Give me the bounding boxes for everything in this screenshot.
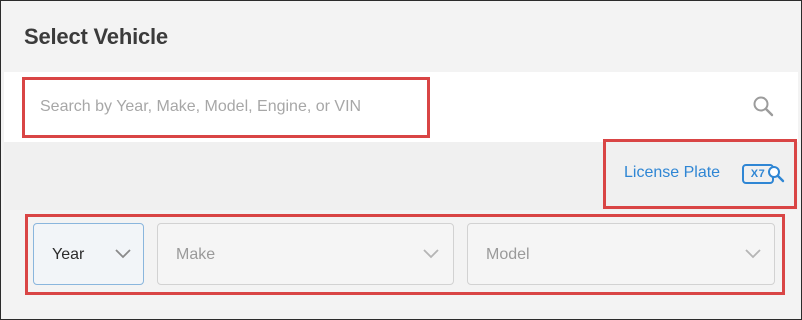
plate-search-icon: [768, 166, 785, 183]
make-select-label: Make: [176, 246, 216, 263]
chevron-down-icon: [423, 249, 439, 259]
license-plate-link[interactable]: License Plate: [624, 164, 720, 182]
license-plate-icon[interactable]: X7: [742, 162, 786, 184]
model-select-label: Model: [486, 246, 530, 263]
model-select[interactable]: Model: [467, 223, 775, 285]
search-input[interactable]: [40, 94, 400, 120]
dialog-title: Select Vehicle: [24, 24, 168, 49]
chevron-down-icon: [115, 249, 131, 259]
search-icon[interactable]: [752, 95, 774, 117]
chevron-down-icon: [745, 249, 761, 259]
year-select-label: Year: [52, 246, 85, 263]
year-select[interactable]: Year: [33, 223, 144, 285]
make-select[interactable]: Make: [157, 223, 454, 285]
